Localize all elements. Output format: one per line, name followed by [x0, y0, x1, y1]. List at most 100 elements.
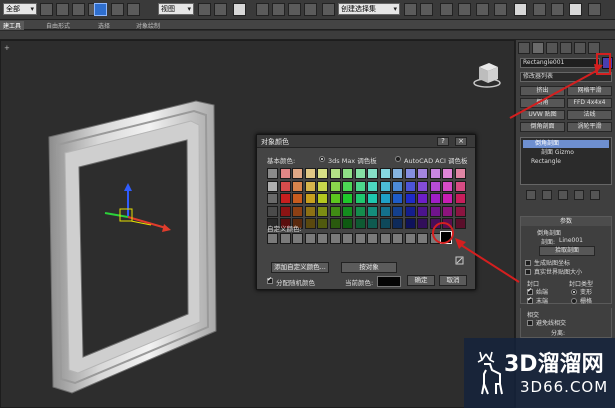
color-swatch[interactable] [342, 193, 353, 204]
curve-editor-icon[interactable] [476, 3, 489, 16]
material-editor-icon[interactable] [514, 3, 527, 16]
select-move-icon[interactable] [94, 3, 107, 16]
select-by-name-icon[interactable] [56, 3, 69, 16]
color-swatch[interactable] [267, 168, 278, 179]
color-swatch[interactable] [379, 205, 391, 217]
color-swatch[interactable] [279, 205, 291, 217]
utilities-tab-icon[interactable] [588, 42, 600, 54]
modifier-button-bevel-profile[interactable]: 倒角剖面 [520, 122, 565, 132]
palette-3dsmax-radio[interactable] [319, 156, 325, 162]
color-swatch[interactable] [329, 168, 341, 179]
pick-profile-button[interactable]: 拾取剖面 [539, 246, 595, 256]
color-swatch[interactable] [404, 205, 416, 217]
color-swatch[interactable] [454, 218, 466, 229]
tab-object-paint[interactable]: 对象绘制 [136, 21, 160, 30]
graphite-toggle-icon[interactable] [458, 3, 471, 16]
object-color-swatch[interactable] [602, 57, 613, 69]
color-swatch[interactable] [292, 205, 303, 217]
modifier-list-dropdown[interactable]: 修改器列表 [520, 72, 612, 82]
color-swatch[interactable] [342, 168, 353, 179]
pivot-center-icon[interactable] [198, 3, 211, 16]
color-swatch[interactable] [304, 218, 316, 229]
motion-tab-icon[interactable] [560, 42, 572, 54]
custom-swatch[interactable] [304, 233, 316, 244]
add-custom-color-button[interactable]: 添加自定义颜色... [271, 262, 329, 273]
select-manipulate-icon[interactable] [214, 3, 227, 16]
percent-snap-icon[interactable] [288, 3, 301, 16]
color-swatch[interactable] [304, 193, 316, 204]
color-swatch[interactable] [417, 180, 428, 192]
custom-swatch[interactable] [267, 233, 278, 244]
color-swatch[interactable] [429, 218, 441, 229]
modifier-button-ffd[interactable]: FFD 4x4x4 [567, 98, 612, 108]
color-swatch[interactable] [429, 205, 441, 217]
color-swatch[interactable] [267, 193, 278, 204]
selection-filter-dropdown[interactable]: 全部 ▾ [3, 3, 37, 15]
schematic-view-icon[interactable] [494, 3, 507, 16]
remove-modifier-icon[interactable] [574, 190, 584, 200]
color-swatch[interactable] [367, 205, 378, 217]
color-swatch[interactable] [379, 193, 391, 204]
modifier-button-normal[interactable]: 法线 [567, 110, 612, 120]
named-selection-dropdown[interactable]: 创建选择集 ▾ [338, 3, 400, 15]
color-swatch[interactable] [404, 218, 416, 229]
color-swatch[interactable] [279, 168, 291, 179]
tab-modeling[interactable]: 建工具 [0, 21, 25, 30]
cap-grid-radio[interactable] [571, 298, 577, 304]
color-swatch[interactable] [279, 193, 291, 204]
color-swatch[interactable] [392, 168, 403, 179]
current-color-swatch[interactable] [377, 276, 401, 287]
color-swatch[interactable] [417, 205, 428, 217]
color-swatch[interactable] [304, 180, 316, 192]
render-production-icon[interactable] [569, 3, 582, 16]
select-rotate-icon[interactable] [111, 3, 124, 16]
color-swatch[interactable] [267, 180, 278, 192]
color-swatch[interactable] [317, 180, 328, 192]
color-swatch[interactable] [329, 218, 341, 229]
cap-end-checkbox[interactable] [527, 296, 533, 304]
modifier-button-bevel[interactable]: 倒角 [520, 98, 565, 108]
color-swatch[interactable] [292, 168, 303, 179]
custom-color-swatches[interactable] [267, 233, 467, 245]
tab-selection[interactable]: 选择 [98, 21, 110, 30]
color-swatch[interactable] [317, 168, 328, 179]
color-swatch[interactable] [317, 205, 328, 217]
pin-stack-icon[interactable] [526, 190, 536, 200]
custom-swatch[interactable] [429, 233, 441, 244]
color-swatch[interactable] [329, 205, 341, 217]
color-swatch[interactable] [442, 205, 453, 217]
modify-tab-icon[interactable] [532, 42, 544, 54]
spinner-snap-icon[interactable] [304, 3, 317, 16]
color-swatch[interactable] [354, 205, 366, 217]
custom-swatch[interactable] [379, 233, 391, 244]
parameters-rollout-title[interactable]: 参数 [521, 217, 611, 226]
display-tab-icon[interactable] [574, 42, 586, 54]
color-swatch[interactable] [354, 193, 366, 204]
make-unique-icon[interactable] [558, 190, 568, 200]
color-swatch[interactable] [454, 180, 466, 192]
eyedropper-icon[interactable] [455, 256, 464, 265]
color-swatch[interactable] [329, 193, 341, 204]
rendered-frame-icon[interactable] [551, 3, 564, 16]
selected-custom-swatch[interactable] [440, 231, 452, 244]
configure-sets-icon[interactable] [590, 190, 600, 200]
rect-region-icon[interactable] [72, 3, 85, 16]
custom-swatch[interactable] [329, 233, 341, 244]
color-swatch[interactable] [367, 180, 378, 192]
color-swatch[interactable] [454, 193, 466, 204]
dialog-titlebar[interactable]: 对象颜色 ? × [257, 135, 475, 148]
select-scale-icon[interactable] [127, 3, 140, 16]
stack-item-rectangle[interactable]: Rectangle [531, 158, 561, 166]
stack-item-bevel-profile[interactable]: 倒角剖面 [523, 140, 609, 148]
angle-snap-icon[interactable] [272, 3, 285, 16]
color-swatch[interactable] [267, 205, 278, 217]
color-swatch[interactable] [442, 168, 453, 179]
color-swatch[interactable] [429, 168, 441, 179]
stack-item-profile-gizmo[interactable]: 剖面 Gizmo [541, 149, 574, 157]
color-swatch[interactable] [342, 180, 353, 192]
by-object-button[interactable]: 按对象 [341, 262, 397, 273]
color-swatch[interactable] [442, 218, 453, 229]
color-swatch[interactable] [379, 168, 391, 179]
color-swatch[interactable] [279, 180, 291, 192]
color-swatch[interactable] [342, 218, 353, 229]
